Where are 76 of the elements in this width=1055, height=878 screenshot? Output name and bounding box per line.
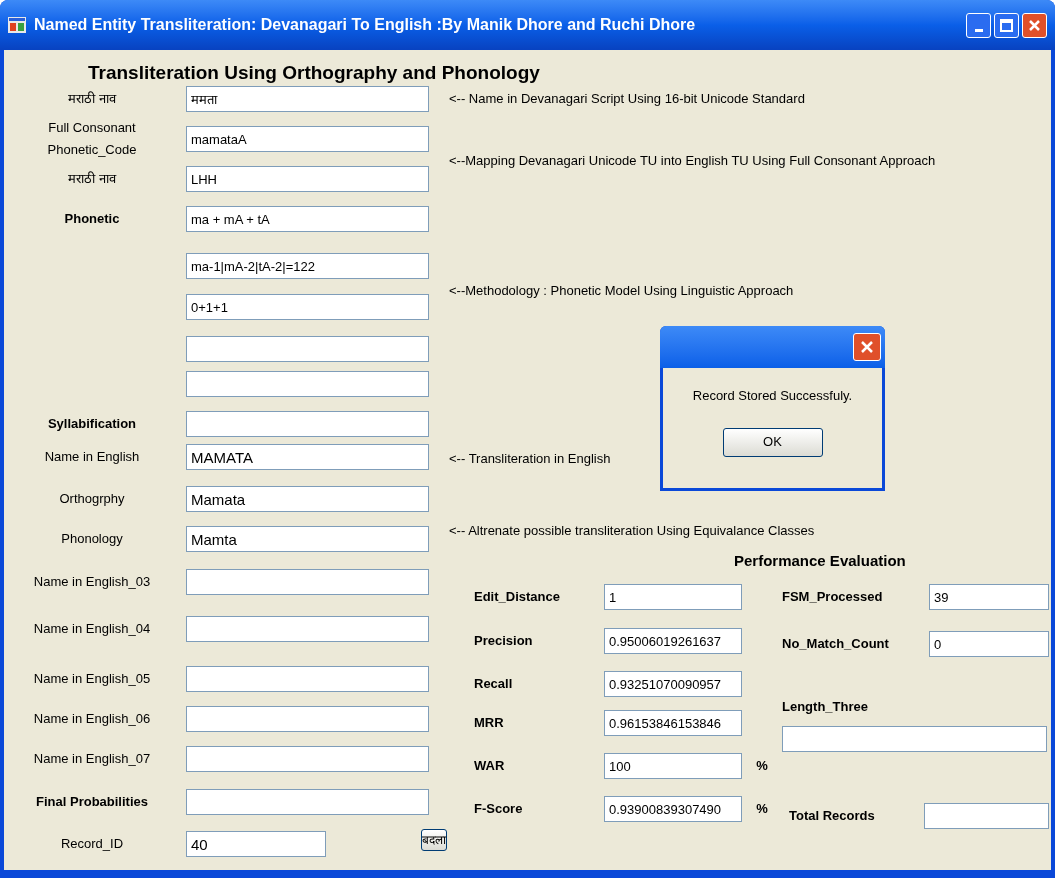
close-icon <box>1028 18 1041 32</box>
annotation-text: <-- Name in Devanagari Script Using 16-bit Unicode Standard <box>449 90 805 109</box>
annotation-text: <-- Transliteration in English <box>449 450 611 469</box>
metric-label: FSM_Processed <box>782 588 884 607</box>
text-field[interactable]: ma-1|mA-2|tA-2|=122 <box>186 253 429 279</box>
text-field[interactable]: 40 <box>186 831 326 857</box>
annotation-text: <--Mapping Devanagari Unicode TU into English TU Using Full Consonant Approach <box>449 152 936 171</box>
metric-label: Recall <box>474 675 514 694</box>
text-field[interactable]: 39 <box>929 584 1049 610</box>
metric-label: Length_Three <box>782 698 868 717</box>
field-label: मराठी नाव <box>68 90 116 108</box>
field-label: Name in English_06 <box>33 710 151 728</box>
field-label: Phonetic <box>64 210 120 228</box>
field-label: Name in English_03 <box>33 573 151 591</box>
app-icon <box>8 17 26 33</box>
text-field[interactable]: 1 <box>604 584 742 610</box>
text-field[interactable]: 0.96153846153846 <box>604 710 742 736</box>
unit-label: % <box>756 800 768 819</box>
metric-label: MRR <box>474 714 505 733</box>
field-label: मराठी नाव <box>68 170 116 188</box>
metric-label: Precision <box>474 632 534 651</box>
text-field[interactable]: 0.93251070090957 <box>604 671 742 697</box>
annotation-text: <--Methodology : Phonetic Model Using Linguistic Approach <box>449 282 794 301</box>
metric-label: Total Records <box>788 807 876 826</box>
ok-button[interactable]: OK <box>722 427 823 457</box>
text-field[interactable] <box>186 789 429 815</box>
text-field[interactable]: 0 <box>929 631 1049 657</box>
close-icon <box>860 340 874 354</box>
field-label: Name in English_07 <box>33 750 151 768</box>
metric-label: No_Match_Count <box>782 635 890 654</box>
text-field[interactable]: ममता <box>186 86 429 112</box>
annotation-text: <-- Altrenate possible transliteration Using Equivalance Classes <box>449 522 815 541</box>
text-field[interactable] <box>782 726 1047 752</box>
field-label: Syllabification <box>47 415 137 433</box>
text-field[interactable] <box>186 706 429 732</box>
metric-label: F-Score <box>474 800 524 819</box>
text-field[interactable]: 0.95006019261637 <box>604 628 742 654</box>
close-button[interactable] <box>853 333 881 361</box>
form-heading: Transliteration Using Orthography and Phonology <box>88 60 540 85</box>
unit-label: % <box>756 757 768 776</box>
metric-label: Edit_Distance <box>474 588 561 607</box>
text-field[interactable]: ma + mA + tA <box>186 206 429 232</box>
text-field[interactable]: MAMATA <box>186 444 429 470</box>
text-field[interactable] <box>186 569 429 595</box>
text-field[interactable] <box>186 746 429 772</box>
metric-label: WAR <box>474 757 506 776</box>
text-field[interactable] <box>186 666 429 692</box>
text-field[interactable] <box>186 616 429 642</box>
text-field[interactable]: 0+1+1 <box>186 294 429 320</box>
field-label: Name in English <box>44 448 140 466</box>
update-button[interactable]: बदला <box>421 829 447 851</box>
text-field[interactable] <box>186 371 429 397</box>
dialog-message: Record Stored Successfuly. <box>692 387 853 405</box>
field-label: Name in English_05 <box>33 670 151 688</box>
window-title: Named Entity Transliteration: Devanagari To English :By Manik Dhore and Ruchi Dhore <box>34 15 696 35</box>
minimize-button[interactable] <box>966 12 991 38</box>
text-field[interactable]: 0.93900839307490 <box>604 796 742 822</box>
maximize-icon <box>1000 18 1013 32</box>
text-field[interactable]: Mamata <box>186 486 429 512</box>
field-label: Name in English_04 <box>33 620 151 638</box>
minimize-icon <box>974 28 983 32</box>
field-label: Record_ID <box>60 835 124 854</box>
maximize-button[interactable] <box>994 12 1019 38</box>
text-field[interactable] <box>186 336 429 362</box>
section-heading: Performance Evaluation <box>734 550 906 571</box>
text-field[interactable]: mamataA <box>186 126 429 152</box>
field-label: Phonology <box>61 530 123 548</box>
text-field[interactable]: Mamta <box>186 526 429 552</box>
field-label: Final Probabilities <box>36 793 148 811</box>
field-label: Orthogrphy <box>59 490 125 508</box>
text-field[interactable] <box>186 411 429 437</box>
text-field[interactable]: LHH <box>186 166 429 192</box>
field-label: Full Consonant Phonetic_Code <box>46 119 138 159</box>
close-button[interactable] <box>1022 12 1047 38</box>
text-field[interactable]: 100 <box>604 753 742 779</box>
text-field[interactable] <box>924 803 1049 829</box>
